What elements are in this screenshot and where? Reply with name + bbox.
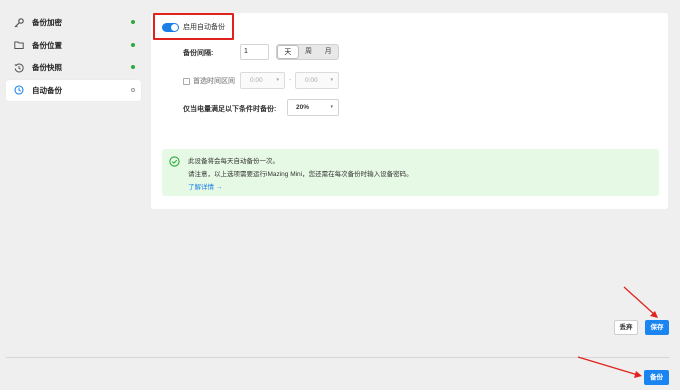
arrow-to-backup [577,356,642,378]
arrow-to-save [623,286,658,318]
annotation-arrows [577,286,658,378]
